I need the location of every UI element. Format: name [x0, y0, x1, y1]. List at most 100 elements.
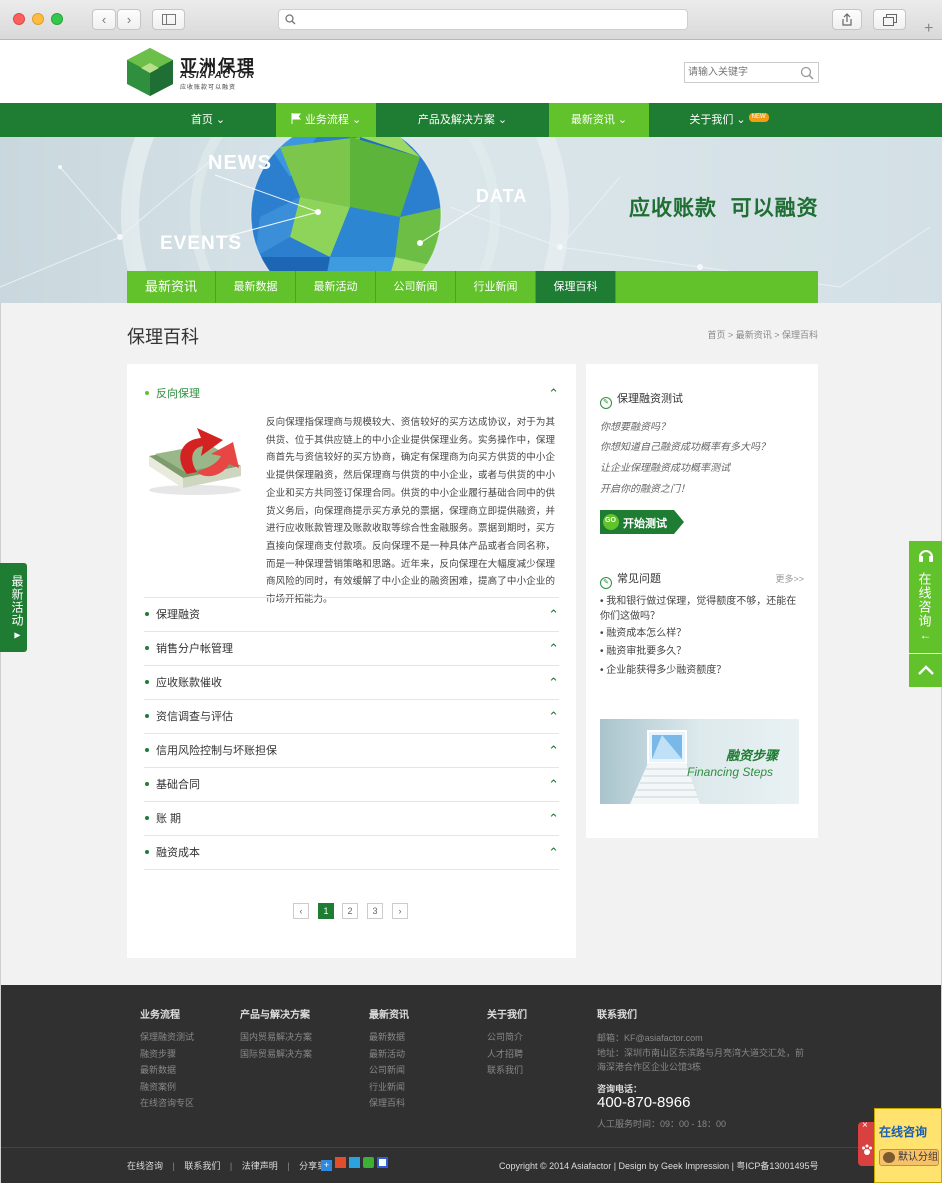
main-nav: 首页 ⌄ 业务流程 ⌄ 产品及解决方案 ⌄ 最新资讯 ⌄ 关于我们 ⌄ NEW	[0, 103, 942, 143]
accordion-header[interactable]: 保理融资 ⌃	[144, 598, 559, 632]
footer-col-title: 最新资讯	[369, 1010, 409, 1021]
faq-item[interactable]: • 融资成本怎么样？	[600, 626, 805, 641]
footer-link[interactable]: 融资步骤	[140, 1046, 194, 1063]
footer-email: 邮箱：KF@asiafactor.com	[597, 1033, 703, 1043]
bullet-icon	[145, 714, 149, 719]
footer-link[interactable]: 在线咨询专区	[140, 1095, 194, 1112]
footer-link[interactable]: 保理百科	[369, 1095, 405, 1112]
share-wechat-icon[interactable]	[363, 1157, 374, 1168]
breadcrumb[interactable]: 首页 > 最新资讯 > 保理百科	[707, 328, 818, 341]
back-to-top-button[interactable]	[909, 654, 942, 687]
go-label: GO	[605, 517, 616, 524]
faq-item[interactable]: • 我和银行做过保理，觉得额度不够，还能在你们这做吗？	[600, 594, 805, 624]
accordion-header[interactable]: 基础合同 ⌃	[144, 768, 559, 802]
accordion-header[interactable]: 信用风险控制与坏账担保 ⌃	[144, 734, 559, 768]
footer-link[interactable]: 国内贸易解决方案	[240, 1029, 312, 1046]
accordion-header[interactable]: 账 期 ⌃	[144, 802, 559, 836]
minimize-window-button[interactable]	[32, 13, 44, 25]
share-weibo-icon[interactable]	[335, 1157, 346, 1168]
next-page-button[interactable]: ›	[392, 903, 408, 919]
chevron-up-icon: ⌃	[548, 709, 559, 724]
nav-item-home[interactable]: 首页 ⌄	[140, 103, 276, 137]
faq-item[interactable]: • 企业能获得多少融资额度？	[600, 663, 805, 678]
chat-group-button[interactable]: 默认分组	[879, 1149, 939, 1166]
footer-link[interactable]: 融资案例	[140, 1079, 194, 1096]
share-baidu-icon[interactable]	[377, 1157, 388, 1168]
chevron-up-icon: ⌃	[548, 777, 559, 792]
chat-title: 在线咨询	[879, 1125, 928, 1139]
subnav-item-latest-data[interactable]: 最新数据	[216, 271, 296, 303]
financing-steps-banner[interactable]: 融资步骤 Financing Steps	[600, 719, 799, 804]
zoom-window-button[interactable]	[51, 13, 63, 25]
page-button[interactable]: 1	[318, 903, 334, 919]
online-consult-float-tab[interactable]: 在线咨询 ←	[909, 541, 942, 653]
footer-address: 地址：深圳市南山区东滨路与月亮湾大道交汇处，前海深港合作区企业公馆3栋	[597, 1048, 805, 1072]
nav-item-business-process[interactable]: 业务流程 ⌄	[276, 103, 376, 143]
forward-button[interactable]: ›	[117, 9, 141, 30]
search-icon[interactable]	[800, 66, 814, 80]
footer-link[interactable]: 最新数据	[140, 1062, 194, 1079]
new-tab-button[interactable]: +	[924, 20, 933, 38]
footer-copyright: Copyright © 2014 Asiafactor | Design by …	[499, 1161, 819, 1171]
page-button[interactable]: 2	[342, 903, 358, 919]
accordion-header[interactable]: 融资成本 ⌃	[144, 836, 559, 870]
footer-link-legal[interactable]: 法律声明	[242, 1161, 278, 1171]
back-button[interactable]: ‹	[92, 9, 116, 30]
accordion-header[interactable]: 资信调查与评估 ⌃	[144, 700, 559, 734]
page-button[interactable]: 3	[367, 903, 383, 919]
subnav-item-industry-news[interactable]: 行业新闻	[456, 271, 536, 303]
new-badge: NEW	[748, 113, 769, 122]
chevron-left-icon: ‹	[299, 906, 303, 916]
prev-page-button[interactable]: ‹	[293, 903, 309, 919]
logo-tagline: 应收账款可以融资	[180, 85, 237, 91]
footer-link[interactable]: 人才招聘	[487, 1046, 523, 1063]
online-chat-widget[interactable]: 在线咨询 默认分组	[874, 1108, 942, 1183]
subnav-item-company-news[interactable]: 公司新闻	[376, 271, 456, 303]
footer-link[interactable]: 最新活动	[369, 1046, 405, 1063]
arrow-left-icon: ←	[919, 628, 932, 642]
sidebar-toggle-button[interactable]	[152, 9, 185, 30]
nav-item-about[interactable]: 关于我们 ⌄ NEW	[649, 103, 809, 137]
share-button[interactable]	[832, 9, 862, 30]
banner-data-label: DATA	[476, 186, 528, 206]
footer-link-online-consult[interactable]: 在线咨询	[127, 1161, 163, 1171]
bullet-icon	[145, 646, 149, 651]
accordion-header[interactable]: 应收账款催收 ⌃	[144, 666, 559, 700]
search-input[interactable]	[685, 63, 793, 82]
footer-hours: 人工服务时间：09：00 - 18：00	[597, 1119, 727, 1129]
subnav-item-latest-news[interactable]: 最新资讯	[127, 271, 216, 303]
footer-link[interactable]: 保理融资测试	[140, 1029, 194, 1046]
start-test-button[interactable]: GO 开始测试	[600, 510, 684, 534]
close-window-button[interactable]	[13, 13, 25, 25]
logo-cube-icon[interactable]	[127, 48, 173, 96]
paw-icon	[862, 1144, 872, 1155]
footer-link-contact[interactable]: 联系我们	[184, 1161, 220, 1171]
chevron-up-icon: ⌃	[548, 607, 559, 622]
tabs-overview-button[interactable]	[873, 9, 906, 30]
nav-item-news[interactable]: 最新资讯 ⌄	[549, 103, 649, 143]
footer-link[interactable]: 公司简介	[487, 1029, 523, 1046]
accordion-header-open[interactable]: 反向保理 ⌃	[144, 377, 559, 411]
subnav-item-factoring-wiki[interactable]: 保理百科	[536, 271, 616, 303]
address-bar[interactable]	[278, 9, 688, 30]
latest-events-float-tab[interactable]: 最新活动 ▶	[0, 563, 27, 652]
share-icons: +	[321, 1157, 388, 1171]
question-text: 开启你的融资之门！	[600, 484, 690, 495]
footer-link[interactable]: 行业新闻	[369, 1079, 405, 1096]
footer-link[interactable]: 公司新闻	[369, 1062, 405, 1079]
footer-link[interactable]: 联系我们	[487, 1062, 523, 1079]
footer-col-title: 业务流程	[140, 1010, 180, 1021]
share-qzone-icon[interactable]	[349, 1157, 360, 1168]
share-plus-icon[interactable]: +	[321, 1160, 332, 1171]
faq-item[interactable]: • 融资审批要多久？	[600, 644, 805, 659]
accordion-header[interactable]: 销售分户帐管理 ⌃	[144, 632, 559, 666]
nav-item-products[interactable]: 产品及解决方案 ⌄	[376, 103, 549, 137]
footer-link[interactable]: 最新数据	[369, 1029, 405, 1046]
flag-icon	[291, 113, 301, 124]
footer-col-links: 最新数据 最新活动 公司新闻 行业新闻 保理百科	[369, 1029, 405, 1112]
site-footer: 业务流程 保理融资测试 融资步骤 最新数据 融资案例 在线咨询专区 产品与解决方…	[1, 985, 941, 1183]
steps-title-en: Financing Steps	[687, 765, 774, 779]
footer-link[interactable]: 国际贸易解决方案	[240, 1046, 312, 1063]
faq-more-link[interactable]: 更多>>	[775, 572, 804, 585]
subnav-item-latest-events[interactable]: 最新活动	[296, 271, 376, 303]
